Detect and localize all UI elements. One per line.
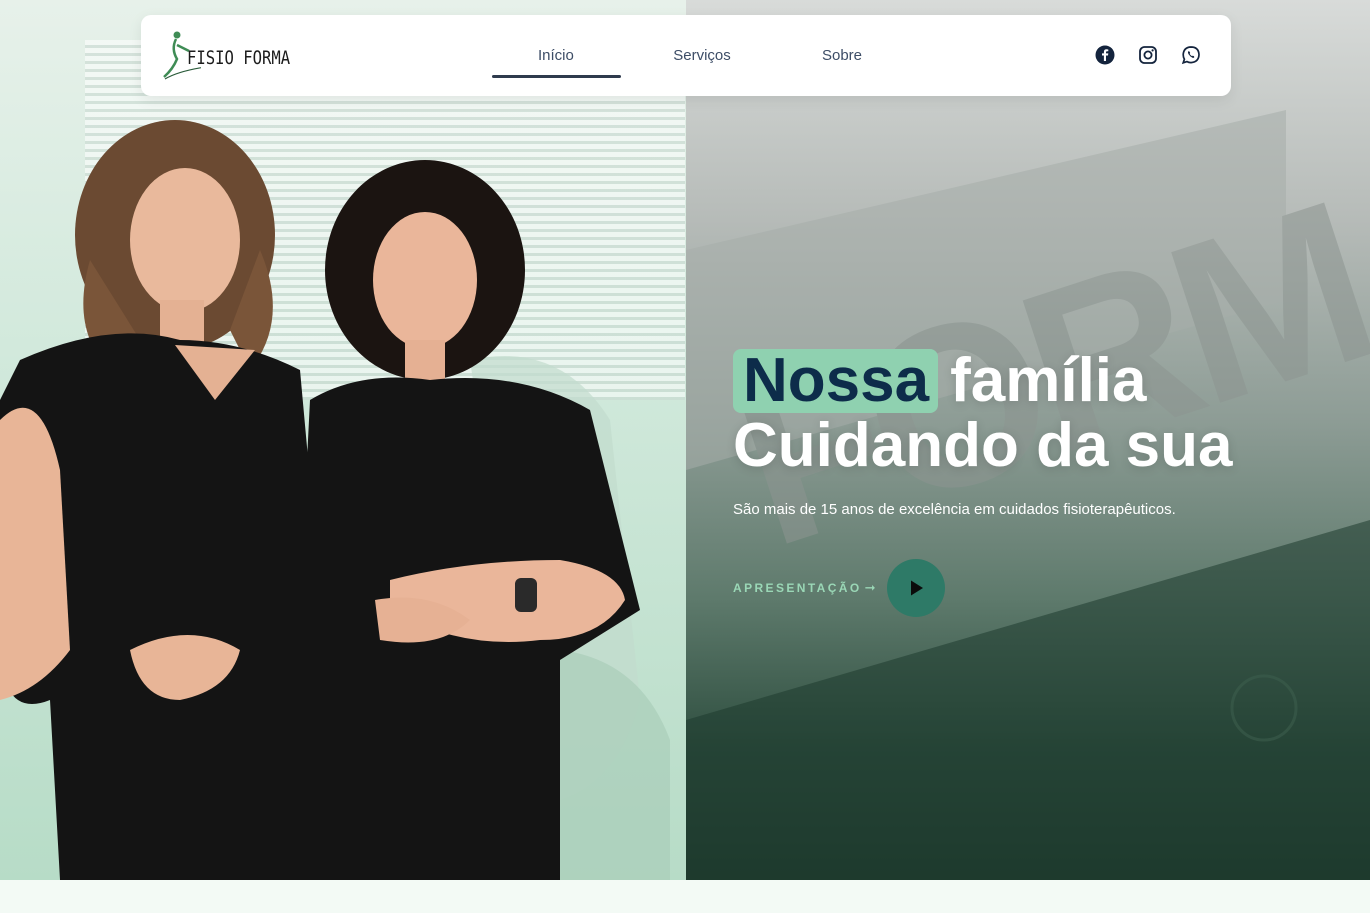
logo-text: FISIO FORMA xyxy=(187,47,291,69)
team-photo-illustration xyxy=(0,120,670,880)
presentation-link[interactable]: APRESENTAÇÃO xyxy=(733,581,862,595)
headline-line-2: Cuidando da sua xyxy=(733,411,1233,480)
headline-word: família xyxy=(950,346,1147,415)
nav-links: Início Serviços Sobre xyxy=(492,15,912,96)
hero-subtitle: São mais de 15 anos de excelência em cui… xyxy=(733,501,1176,518)
nav-sobre-label: Sobre xyxy=(821,47,863,64)
nav-inicio-label: Início xyxy=(538,47,574,64)
nav-sobre[interactable]: Sobre xyxy=(772,15,912,96)
top-navbar: FISIO FORMA Início Serviços Sobre xyxy=(141,15,1231,96)
headline-highlight: Nossa xyxy=(733,349,939,413)
presentation-cta: APRESENTAÇÃO ➞ xyxy=(733,559,945,617)
instagram-icon[interactable] xyxy=(1136,43,1160,67)
hero-headline: Nossa família Cuidando da sua xyxy=(733,348,1232,478)
arrow-right-icon: ➞ xyxy=(864,580,876,595)
next-section xyxy=(0,880,1370,913)
hero-section: FORMA FISIO FORMA Início Serviços Sobre xyxy=(0,0,1370,880)
social-links xyxy=(1093,43,1203,67)
nav-servicos[interactable]: Serviços xyxy=(632,15,772,96)
logo[interactable]: FISIO FORMA xyxy=(161,29,290,81)
nav-inicio[interactable]: Início xyxy=(492,15,632,96)
play-icon xyxy=(910,580,923,596)
nav-servicos-label: Serviços xyxy=(673,47,731,64)
facebook-icon[interactable] xyxy=(1093,43,1117,67)
play-button[interactable] xyxy=(886,559,945,617)
hero-photo xyxy=(0,0,686,880)
whatsapp-icon[interactable] xyxy=(1179,43,1203,67)
